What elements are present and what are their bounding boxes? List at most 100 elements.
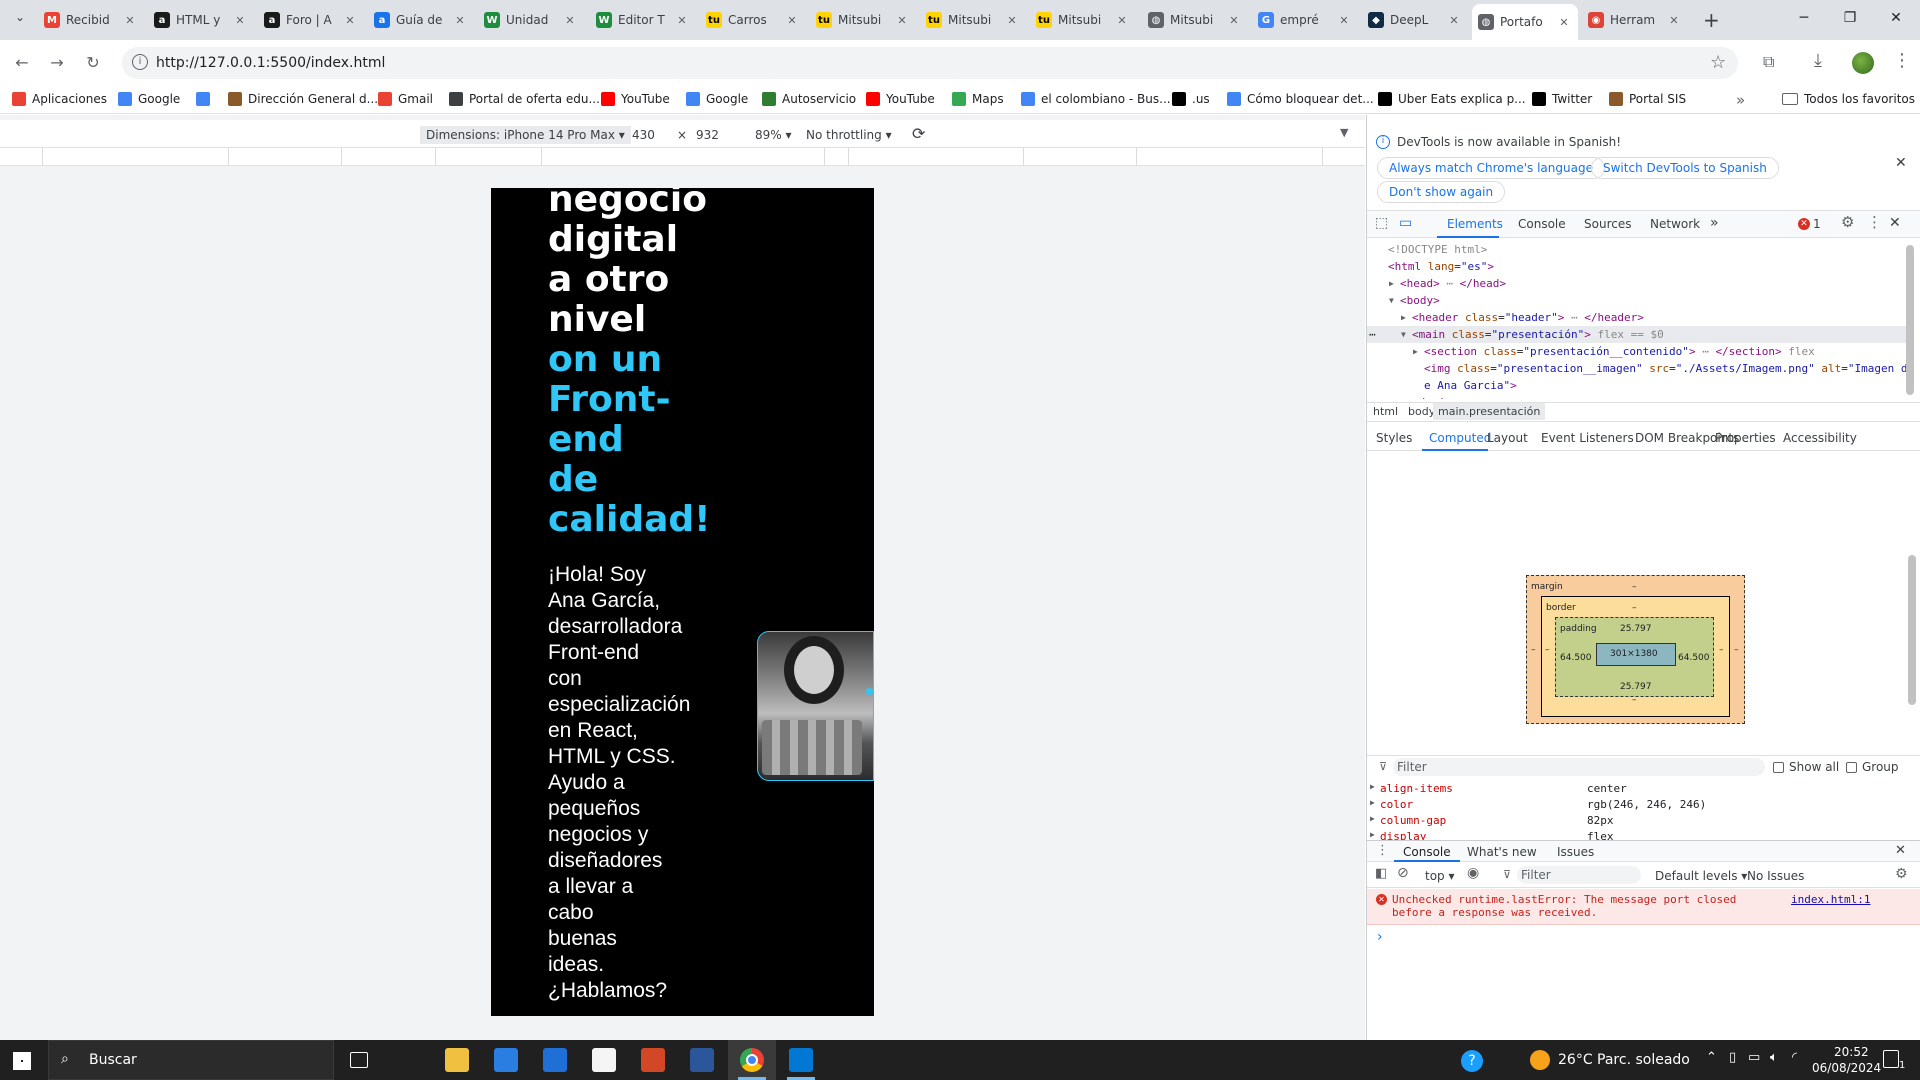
tab-close-icon[interactable]: ✕	[562, 14, 578, 27]
tray-battery-icon[interactable]: ▭	[1748, 1050, 1760, 1065]
tab-close-icon[interactable]: ✕	[784, 14, 800, 27]
dom-node-line[interactable]: <head> ⋯ </head>	[1400, 275, 1506, 292]
word-icon[interactable]	[690, 1048, 714, 1072]
devtools-menu-icon[interactable]: ⋮	[1867, 213, 1882, 231]
computed-scrollbar[interactable]	[1908, 555, 1916, 705]
tab-close-icon[interactable]: ✕	[1114, 14, 1130, 27]
windows-start-icon[interactable]	[13, 1052, 31, 1070]
back-arrow-icon[interactable]: ←	[10, 51, 34, 75]
bookmark-item[interactable]: Aplicaciones	[12, 92, 107, 106]
bookmark-item[interactable]: Dirección General d...	[228, 92, 378, 106]
subtab-event-listeners[interactable]: Event Listeners	[1541, 431, 1634, 445]
browser-tab[interactable]: M Recibid ✕	[38, 6, 144, 34]
dom-node-line[interactable]: <html lang="es">	[1388, 258, 1494, 275]
expand-arrow-icon[interactable]: ▶	[1401, 309, 1406, 326]
bookmark-item[interactable]: .us	[1172, 92, 1210, 106]
inspect-element-icon[interactable]: ⬚	[1375, 215, 1388, 231]
close-banner-icon[interactable]: ✕	[1895, 155, 1907, 171]
browser-tab[interactable]: tu Carros ✕	[700, 6, 806, 34]
error-source-link[interactable]: index.html:1	[1791, 893, 1870, 906]
task-view-icon[interactable]	[350, 1052, 368, 1068]
bookmark-item[interactable]: Cómo bloquear det...	[1227, 92, 1374, 106]
microsoft-store-icon[interactable]	[494, 1048, 518, 1072]
breadcrumb-body[interactable]: body	[1408, 405, 1435, 418]
all-bookmarks-folder[interactable]: Todos los favoritos	[1782, 92, 1915, 106]
device-height-input[interactable]: 932	[696, 128, 719, 142]
switch-spanish-button[interactable]: Switch DevTools to Spanish	[1591, 157, 1779, 179]
close-window-icon[interactable]: ✕	[1886, 10, 1906, 26]
expand-arrow-icon[interactable]: ▶	[1370, 830, 1375, 839]
url-text[interactable]: http://127.0.0.1:5500/index.html	[156, 55, 385, 71]
bookmark-item[interactable]: el colombiano - Bus...	[1021, 92, 1171, 106]
device-dimensions-select[interactable]: Dimensions: iPhone 14 Pro Max ▾	[420, 126, 631, 144]
bookmarks-overflow-icon[interactable]: »	[1736, 91, 1745, 109]
bookmark-item[interactable]: Autoservicio	[762, 92, 856, 106]
clock-time[interactable]: 20:52	[1834, 1045, 1869, 1059]
collapse-arrow-icon[interactable]: ▼	[1389, 292, 1394, 309]
device-options-icon[interactable]: ▼	[1340, 126, 1348, 139]
dom-node-line[interactable]: <main class="presentación"> flex == $0	[1412, 326, 1664, 343]
drawer-tab-whats-new[interactable]: What's new	[1467, 845, 1537, 859]
tab-network[interactable]: Network	[1650, 217, 1700, 231]
expand-arrow-icon[interactable]: ▶	[1370, 782, 1375, 791]
computed-filter-input[interactable]: Filter	[1393, 758, 1765, 776]
dom-node-line[interactable]: <img class="presentacion__imagen" src=".…	[1424, 360, 1907, 377]
media-query-bar[interactable]	[0, 148, 1365, 166]
breadcrumb-main[interactable]: main.presentación	[1433, 403, 1546, 420]
bookmark-item[interactable]: Google	[118, 92, 180, 106]
device-toggle-icon[interactable]: ▭	[1399, 215, 1412, 231]
console-settings-icon[interactable]: ⚙	[1895, 866, 1908, 882]
browser-tab[interactable]: W Editor T ✕	[590, 6, 696, 34]
dom-tree[interactable]: <!DOCTYPE html> <html lang="es"> ▶ <head> ⋯…	[1367, 239, 1907, 399]
bookmark-item[interactable]: Uber Eats explica p...	[1378, 92, 1526, 106]
mail-icon[interactable]	[543, 1048, 567, 1072]
tab-close-icon[interactable]: ✕	[1004, 14, 1020, 27]
tab-console[interactable]: Console	[1518, 217, 1566, 231]
extensions-icon[interactable]: ⧉	[1763, 52, 1774, 72]
downloads-icon[interactable]: ⤓	[1814, 50, 1822, 71]
clock-date[interactable]: 06/08/2024	[1812, 1061, 1881, 1075]
zoom-select[interactable]: 89% ▾	[755, 128, 792, 142]
tray-chevron-icon[interactable]: ⌃	[1706, 1050, 1717, 1065]
tray-volume-icon[interactable]: 🔈︎	[1770, 1050, 1778, 1065]
bookmark-item[interactable]: Gmail	[378, 92, 433, 106]
bookmark-item[interactable]: Google	[686, 92, 748, 106]
browser-tab[interactable]: W Unidad ✕	[478, 6, 584, 34]
notification-icon[interactable]	[1883, 1050, 1899, 1068]
profile-avatar[interactable]	[1852, 52, 1874, 74]
breadcrumb-html[interactable]: html	[1373, 405, 1398, 418]
browser-tab[interactable]: ◉ Herram ✕	[1582, 6, 1688, 34]
forward-arrow-icon[interactable]: →	[45, 51, 69, 75]
error-badge-icon[interactable]: ✕	[1798, 218, 1810, 230]
bookmark-item[interactable]: Maps	[952, 92, 1004, 106]
tab-search-button[interactable]: ⌄	[8, 10, 32, 30]
browser-tab[interactable]: a Guía de ✕	[368, 6, 474, 34]
node-actions-icon[interactable]: ⋯	[1369, 326, 1376, 343]
drawer-menu-icon[interactable]: ⋮	[1376, 843, 1389, 858]
bookmark-star-icon[interactable]: ☆	[1710, 52, 1726, 73]
browser-tab[interactable]: ◆ DeepL ✕	[1362, 6, 1468, 34]
console-prompt[interactable]: ›	[1377, 929, 1383, 945]
browser-tab[interactable]: tu Mitsubi ✕	[1030, 6, 1136, 34]
expand-arrow-icon[interactable]: ▶	[1370, 798, 1375, 807]
dom-scrollbar[interactable]	[1906, 245, 1914, 395]
subtab-computed[interactable]: Computed	[1429, 431, 1491, 445]
collapse-arrow-icon[interactable]: ▼	[1401, 326, 1406, 343]
dont-show-button[interactable]: Don't show again	[1377, 181, 1506, 203]
tab-sources[interactable]: Sources	[1584, 217, 1631, 231]
console-sidebar-icon[interactable]: ◧	[1375, 866, 1387, 881]
show-all-checkbox[interactable]	[1773, 762, 1784, 773]
tab-close-icon[interactable]: ✕	[1666, 14, 1682, 27]
tab-close-icon[interactable]: ✕	[1446, 14, 1462, 27]
drawer-tab-issues[interactable]: Issues	[1557, 845, 1594, 859]
close-devtools-icon[interactable]: ✕	[1889, 215, 1901, 231]
subtab-accessibility[interactable]: Accessibility	[1783, 431, 1857, 445]
bookmark-item[interactable]	[196, 92, 216, 106]
tab-close-icon[interactable]: ✕	[674, 14, 690, 27]
browser-tab[interactable]: ◍ Mitsubi ✕	[1142, 6, 1248, 34]
computed-properties[interactable]: ▶ align-items center ▶ color rgb(246, 246, 24…	[1367, 780, 1907, 840]
close-drawer-icon[interactable]: ✕	[1895, 843, 1906, 858]
minimize-icon[interactable]: ─	[1794, 10, 1814, 26]
bookmark-item[interactable]: Portal SIS	[1609, 92, 1686, 106]
weather-text[interactable]: 26°C Parc. soleado	[1558, 1052, 1690, 1068]
